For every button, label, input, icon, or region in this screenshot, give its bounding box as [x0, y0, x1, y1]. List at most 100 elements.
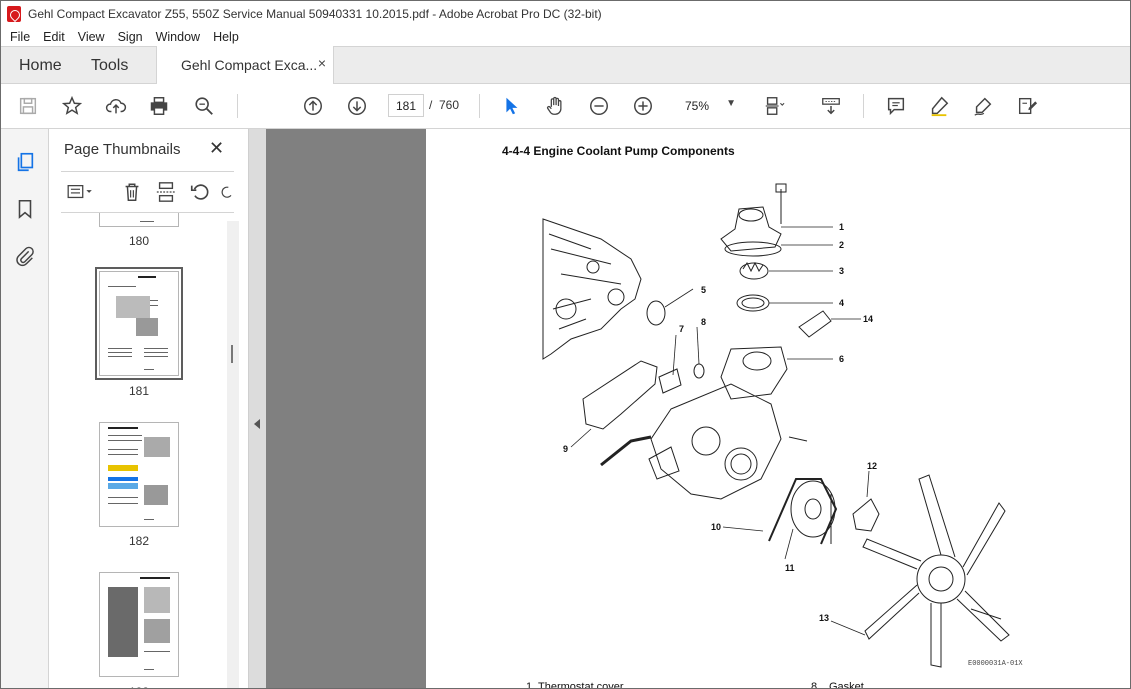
- spacer: [852, 498, 880, 532]
- delete-pages-button[interactable]: [121, 181, 143, 203]
- divider: [61, 171, 234, 172]
- fan-blade: [962, 502, 1006, 576]
- previous-page-button[interactable]: [300, 93, 326, 119]
- exploded-parts-diagram: 1 2 3 4 5 6 7 8 9 10 11 12 13 14: [542, 183, 1010, 668]
- comment-icon: [887, 97, 905, 116]
- bookmarks-rail-button[interactable]: [13, 196, 37, 222]
- comment-button[interactable]: [883, 93, 909, 119]
- callout-11: 11: [785, 563, 795, 573]
- pulley: [790, 480, 836, 538]
- thumbnail-warning-box: [108, 465, 138, 471]
- tab-tools[interactable]: Tools: [91, 57, 128, 75]
- save-button[interactable]: [15, 93, 41, 119]
- upload-button[interactable]: [103, 93, 129, 119]
- rotate-counterclockwise-button[interactable]: [189, 181, 211, 203]
- attachments-rail-button[interactable]: [13, 243, 37, 269]
- collapse-panel-icon[interactable]: [254, 419, 260, 429]
- fan-bolt: [970, 608, 1002, 620]
- fan-blade: [918, 474, 956, 558]
- zoom-in-button[interactable]: [630, 93, 656, 119]
- engine-port: [607, 288, 625, 306]
- fan-blade: [864, 584, 920, 640]
- page-thumbnail-183[interactable]: [99, 572, 179, 677]
- page-thumbnail-181[interactable]: [95, 267, 183, 380]
- thumbnail-figure: [144, 587, 170, 613]
- water-pump-body: [650, 383, 782, 500]
- thermostat-cover: [720, 206, 782, 252]
- tab-document[interactable]: Gehl Compact Exca... ×: [156, 46, 334, 84]
- hand-tool-button[interactable]: [542, 93, 568, 119]
- page-thumbnail-180[interactable]: [99, 213, 179, 227]
- figure-code: E0000031A-01X: [968, 660, 1023, 668]
- caption-number: 8: [811, 681, 818, 689]
- rotate-clockwise-button[interactable]: [219, 181, 235, 203]
- thumbnail-info-box: [108, 483, 138, 489]
- fill-sign-button[interactable]: [970, 93, 996, 119]
- select-tool-button[interactable]: [498, 93, 524, 119]
- plus-circle-icon: [634, 97, 652, 115]
- toolbar-separator: [863, 94, 864, 118]
- document-viewport[interactable]: 4-4-4 Engine Coolant Pump Components 1 2…: [266, 129, 1130, 689]
- edit-pdf-button[interactable]: [1014, 93, 1040, 119]
- thumbnail-header: [108, 427, 138, 429]
- trash-icon: [125, 183, 139, 201]
- highlight-button[interactable]: [926, 93, 952, 119]
- cursor-arrow-icon: [506, 97, 518, 115]
- insert-pages-button[interactable]: [155, 181, 177, 203]
- thumbnail-text-block: [108, 587, 138, 657]
- thumbnail-label: 180: [128, 234, 150, 248]
- search-icon: [195, 97, 213, 115]
- find-button[interactable]: [191, 93, 217, 119]
- page-display-button[interactable]: [761, 93, 787, 119]
- page-thumbnails-rail-button[interactable]: [13, 149, 37, 175]
- thumbnail-line: [108, 348, 132, 349]
- rotate-left-icon: [190, 184, 209, 200]
- thumbnail-header: [138, 276, 156, 278]
- menu-sign[interactable]: Sign: [118, 30, 143, 44]
- bookmark-star-button[interactable]: [59, 93, 85, 119]
- caption-number: 1: [526, 681, 533, 689]
- thumbnails-scrollbar[interactable]: [227, 221, 239, 688]
- thumbnails-list: 180 181 182: [61, 213, 227, 688]
- caption-text: Gasket: [829, 681, 864, 689]
- panel-splitter[interactable]: [248, 129, 266, 688]
- thumbnail-line: [144, 369, 154, 370]
- zoom-select[interactable]: 75% ▼: [674, 94, 742, 117]
- menu-bar: File Edit View Sign Window Help: [1, 27, 1130, 46]
- page-number-input[interactable]: 181: [388, 94, 424, 117]
- pump-port: [691, 426, 721, 456]
- zoom-value: 75%: [685, 98, 710, 113]
- thumbnail-options-button[interactable]: [63, 181, 97, 203]
- fan-hub: [916, 554, 966, 604]
- thumbnail-line: [108, 356, 132, 357]
- callout-leader: [722, 526, 764, 532]
- print-button[interactable]: [146, 93, 172, 119]
- bookmark-icon: [18, 199, 32, 219]
- thumbnail-label: 183: [99, 685, 179, 688]
- pump-gasket: [582, 360, 658, 430]
- menu-file[interactable]: File: [10, 30, 30, 44]
- thumbnail-line: [144, 348, 168, 349]
- menu-edit[interactable]: Edit: [43, 30, 65, 44]
- thumbnails-toolbar: [61, 179, 241, 207]
- scrollbar-grip[interactable]: [231, 345, 233, 363]
- callout-leader: [696, 326, 700, 365]
- menu-window[interactable]: Window: [156, 30, 200, 44]
- pump-port: [724, 447, 758, 481]
- tab-close-icon[interactable]: ×: [318, 55, 326, 71]
- zoom-out-button[interactable]: [586, 93, 612, 119]
- washer: [693, 363, 705, 379]
- toolbar-separator: [479, 94, 480, 118]
- thumbnail-label: 182: [128, 534, 150, 548]
- tab-home[interactable]: Home: [19, 57, 62, 75]
- thumbnail-figure: [116, 296, 150, 318]
- rotate-right-icon: [221, 186, 232, 198]
- scrolling-mode-button[interactable]: [818, 93, 844, 119]
- menu-view[interactable]: View: [78, 30, 105, 44]
- close-icon[interactable]: ✕: [209, 138, 224, 159]
- next-page-button[interactable]: [344, 93, 370, 119]
- menu-help[interactable]: Help: [213, 30, 239, 44]
- pdf-page: 4-4-4 Engine Coolant Pump Components 1 2…: [426, 129, 1130, 689]
- callout-leader: [784, 528, 794, 560]
- page-thumbnail-182[interactable]: [99, 422, 179, 527]
